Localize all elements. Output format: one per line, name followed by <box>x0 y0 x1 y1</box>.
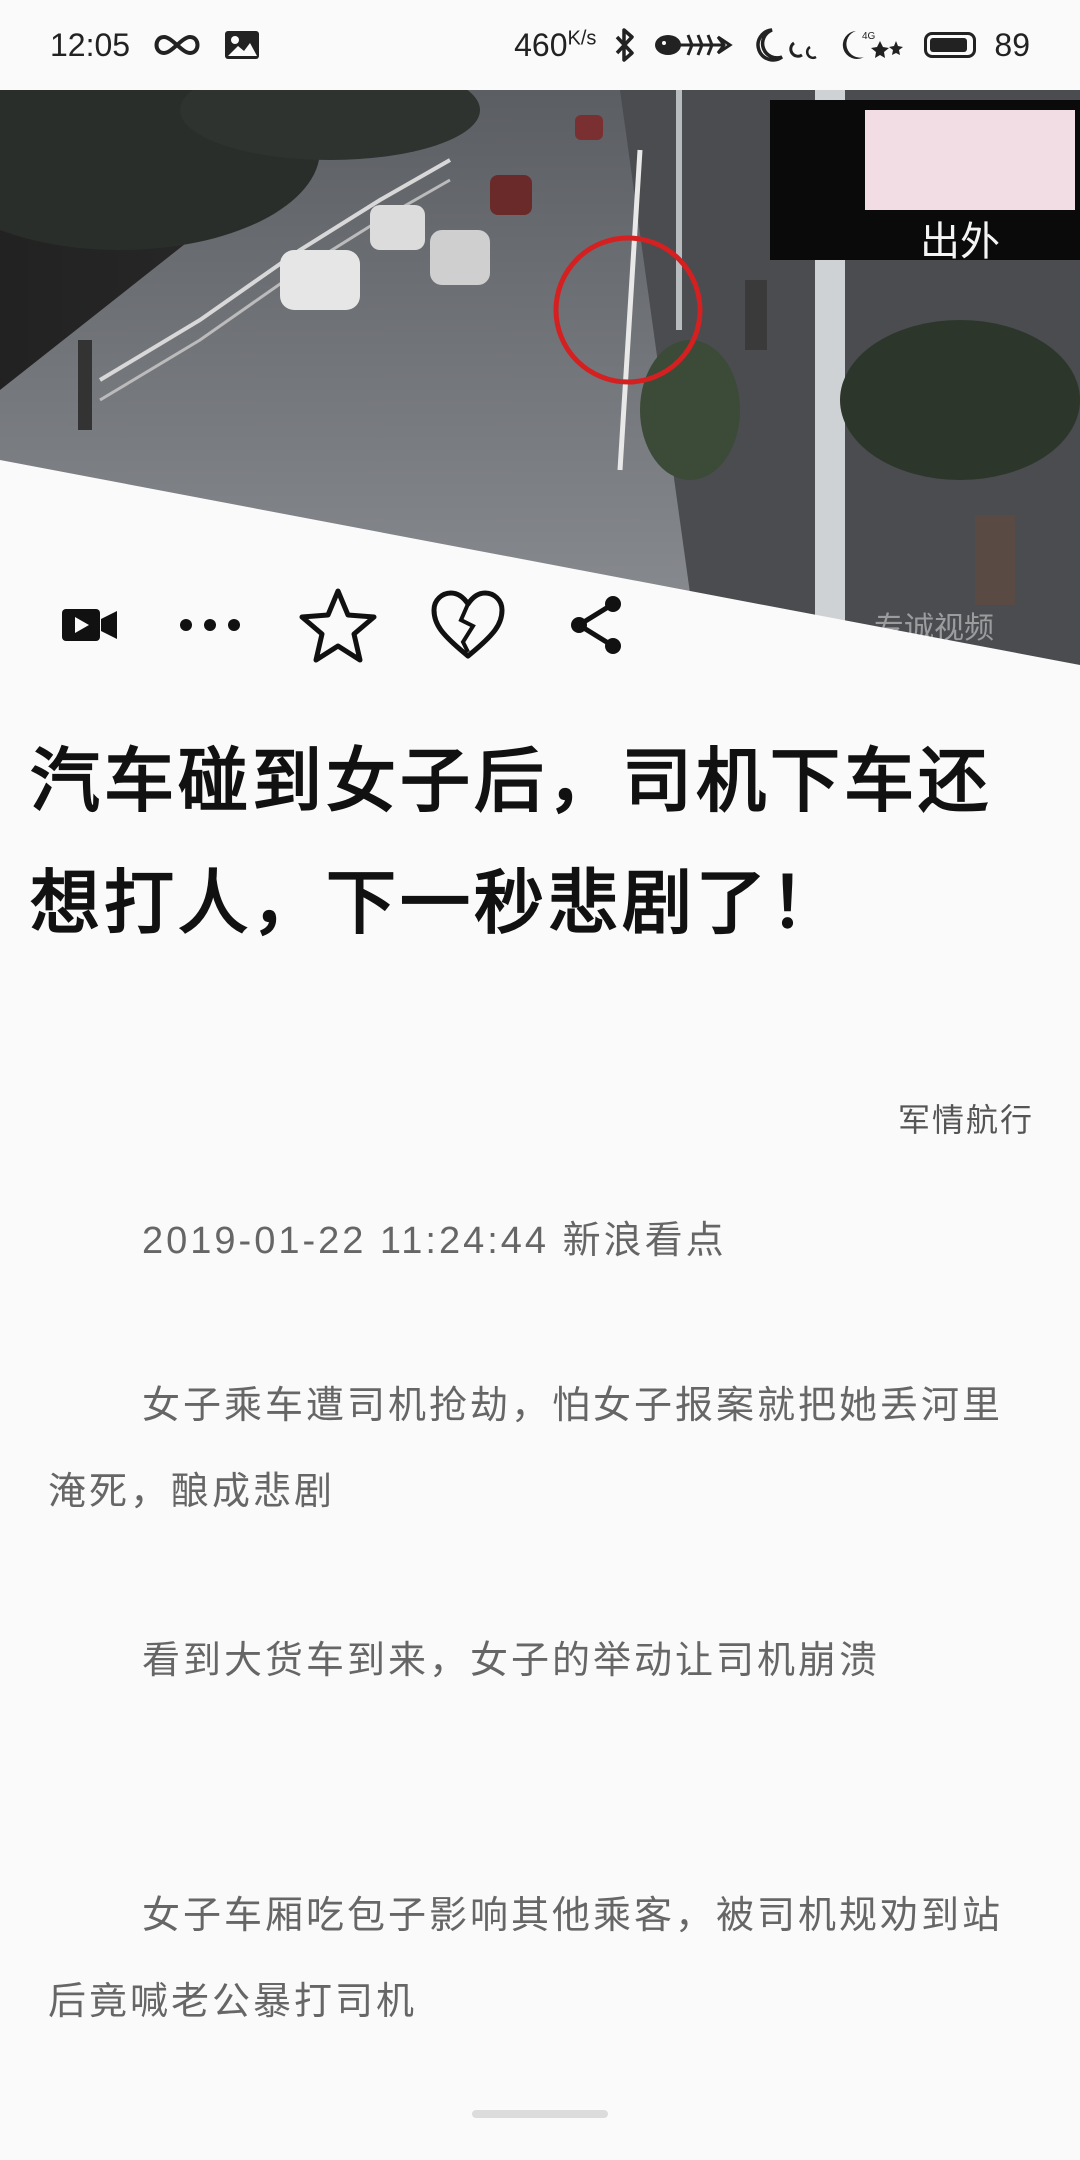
bluetooth-icon <box>614 27 636 63</box>
article-title: 汽车碰到女子后，司机下车还想打人，下一秒悲剧了！ <box>30 740 992 944</box>
broken-heart-icon[interactable] <box>428 585 508 665</box>
infinity-icon <box>152 31 202 59</box>
battery-level: 89 <box>994 26 1030 63</box>
article-date-line: 2019-01-22 11:24:44 新浪看点 <box>142 1220 727 1262</box>
fish-bone-icon <box>654 30 734 60</box>
signal-4g-icon: 4G <box>840 27 906 63</box>
more-icon[interactable] <box>170 585 250 665</box>
article-paragraph: 看到大货车到来，女子的举动让司机崩溃 <box>142 1638 881 1682</box>
moon-icon <box>752 27 822 63</box>
status-time: 12:05 <box>50 26 131 63</box>
home-indicator[interactable] <box>472 2110 608 2118</box>
video-icon[interactable] <box>50 585 130 665</box>
action-toolbar <box>0 585 1080 665</box>
net-speed: 460K/s <box>514 26 597 63</box>
status-bar: 12:05 460K/s 4G 89 <box>0 0 1080 90</box>
article-author[interactable]: 军情航行 <box>898 1095 1034 1141</box>
star-icon[interactable] <box>298 585 378 665</box>
svg-text:4G: 4G <box>862 31 876 42</box>
hero-caption-overlay: 出外 <box>920 219 1000 265</box>
article-paragraph: 女子乘车遭司机抢劫，怕女子报案就把她丢河里淹死，酿成悲剧 <box>48 1383 1004 1513</box>
battery-icon <box>924 32 977 58</box>
image-icon <box>224 30 260 60</box>
article-paragraph: 女子车厢吃包子影响其他乘客，被司机规劝到站后竟喊老公暴打司机 <box>48 1893 1004 2023</box>
share-icon[interactable] <box>556 585 636 665</box>
